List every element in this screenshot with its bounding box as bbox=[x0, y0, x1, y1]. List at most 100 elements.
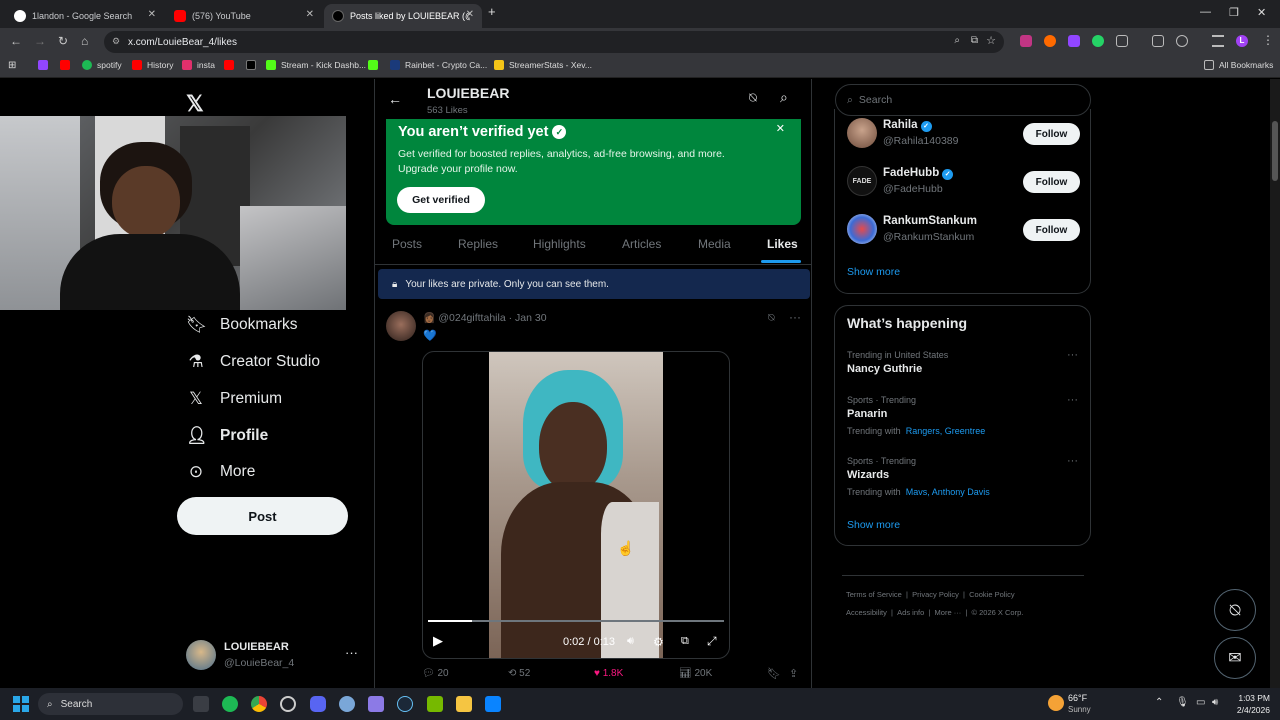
back-icon[interactable]: ← bbox=[10, 34, 22, 48]
trend-name[interactable]: Wizards bbox=[847, 469, 889, 481]
sidebar-item-bookmarks[interactable]: 🔖︎ Bookmarks bbox=[186, 310, 298, 340]
downloads-icon[interactable] bbox=[1176, 35, 1188, 47]
video-progress-track[interactable] bbox=[428, 620, 724, 622]
browser-tab-x[interactable]: Posts liked by LOUIEBEAR (@Lo ✕ bbox=[324, 4, 482, 28]
network-icon[interactable]: ▭ bbox=[1196, 697, 1205, 708]
show-more-link[interactable]: Show more bbox=[847, 266, 900, 278]
footer-link[interactable]: Privacy Policy bbox=[912, 590, 959, 599]
apps-grid-icon[interactable]: ⊞ bbox=[8, 60, 16, 71]
taskbar-search[interactable]: ⌕ Search bbox=[38, 693, 183, 715]
address-bar[interactable]: ⚙ x.com/LouieBear_4/likes ⌕ ⧉ ☆ bbox=[104, 31, 1004, 53]
close-banner-icon[interactable]: ✕ bbox=[776, 122, 785, 135]
new-tab-button[interactable]: + bbox=[488, 4, 496, 19]
volume-icon[interactable]: 🔊︎ bbox=[1212, 697, 1218, 708]
views-action[interactable]: 📊︎ 20K bbox=[679, 668, 712, 679]
weather-sun-icon[interactable] bbox=[1048, 695, 1064, 711]
follow-button[interactable]: Follow bbox=[1023, 219, 1080, 241]
footer-link[interactable]: Ads info bbox=[897, 608, 924, 617]
grok-icon[interactable]: ⍉ bbox=[749, 90, 757, 106]
grok-float-icon[interactable]: ⍉ bbox=[1214, 589, 1256, 631]
back-arrow-icon[interactable]: ← bbox=[388, 91, 402, 107]
settings-icon[interactable] bbox=[339, 696, 355, 712]
bookmark-spotify[interactable]: spotify bbox=[82, 60, 122, 70]
follow-avatar[interactable] bbox=[847, 214, 877, 244]
sidebar-item-profile[interactable]: 👤︎ Profile bbox=[186, 421, 268, 451]
tweet-author-avatar[interactable] bbox=[386, 311, 416, 341]
trend-more-icon[interactable]: ··· bbox=[1067, 349, 1078, 361]
reading-mode-icon[interactable] bbox=[1152, 35, 1164, 47]
search-icon[interactable]: ⌕ bbox=[780, 89, 788, 106]
tweet-more-icon[interactable]: ··· bbox=[789, 310, 801, 324]
bookmark-kick-2[interactable] bbox=[368, 60, 383, 70]
reply-action[interactable]: 💬︎ 20 bbox=[422, 668, 449, 679]
chrome-menu-icon[interactable]: ⋮ bbox=[1262, 33, 1274, 47]
sidebar-item-premium[interactable]: 𝕏 Premium bbox=[186, 384, 282, 414]
footer-link[interactable]: More ··· bbox=[935, 608, 962, 617]
site-info-icon[interactable]: ⚙ bbox=[112, 36, 120, 47]
bookmark-streamerstats[interactable]: StreamerStats - Xev... bbox=[494, 60, 592, 70]
install-icon[interactable]: ⧉ bbox=[971, 35, 978, 46]
follow-avatar[interactable]: FADE bbox=[847, 166, 877, 196]
steam-icon[interactable] bbox=[397, 696, 413, 712]
sidebar-item-creator-studio[interactable]: ⚗ Creator Studio bbox=[186, 347, 320, 377]
browser-tab-youtube[interactable]: (576) YouTube ✕ bbox=[166, 4, 322, 28]
footer-link[interactable]: Terms of Service bbox=[846, 590, 902, 599]
bookmark-youtube-2[interactable] bbox=[224, 60, 239, 70]
get-verified-button[interactable]: Get verified bbox=[397, 187, 485, 213]
settings-gear-icon[interactable]: ⚙ bbox=[653, 635, 664, 649]
chrome-icon[interactable] bbox=[251, 696, 267, 712]
bookmark-youtube[interactable] bbox=[60, 60, 75, 70]
tab-posts[interactable]: Posts bbox=[392, 237, 422, 251]
clock-time[interactable]: 1:03 PM bbox=[1234, 693, 1270, 703]
like-action[interactable]: ♥ 1.8K bbox=[594, 668, 623, 679]
tab-replies[interactable]: Replies bbox=[458, 237, 498, 251]
video-player[interactable]: ▶ 0:02 / 0:13 🔊︎ ⚙ ⧉ ⤢ bbox=[422, 351, 730, 659]
messages-envelope-icon[interactable]: ✉ bbox=[1214, 637, 1256, 679]
all-bookmarks[interactable]: All Bookmarks bbox=[1204, 60, 1273, 70]
bookmark-x[interactable] bbox=[246, 60, 261, 70]
footer-link[interactable]: Cookie Policy bbox=[969, 590, 1014, 599]
follow-name[interactable]: Rahila ✓ bbox=[883, 119, 932, 132]
browser-tab-google[interactable]: 1landon - Google Search ✕ bbox=[6, 4, 164, 28]
tab-likes[interactable]: Likes bbox=[767, 237, 798, 251]
spotify-icon[interactable] bbox=[222, 696, 238, 712]
repost-action[interactable]: ⟲ 52 bbox=[508, 668, 530, 679]
store-app-icon[interactable] bbox=[485, 696, 501, 712]
extension-icon[interactable] bbox=[1092, 35, 1104, 47]
game-app-icon[interactable] bbox=[368, 696, 384, 712]
twitch-extension-icon[interactable] bbox=[1068, 35, 1080, 47]
tab-highlights[interactable]: Highlights bbox=[533, 237, 586, 251]
profile-avatar[interactable]: L bbox=[1236, 35, 1248, 47]
home-icon[interactable]: ⌂ bbox=[81, 34, 88, 48]
bookmark-history[interactable]: History bbox=[132, 60, 173, 70]
follow-button[interactable]: Follow bbox=[1023, 171, 1080, 193]
side-panel-icon[interactable] bbox=[1212, 35, 1224, 47]
obs-icon[interactable] bbox=[280, 696, 296, 712]
volume-icon[interactable]: 🔊︎ bbox=[627, 635, 634, 648]
follow-name[interactable]: RankumStankum bbox=[883, 215, 977, 227]
nvidia-icon[interactable] bbox=[427, 696, 443, 712]
extensions-puzzle-icon[interactable] bbox=[1116, 35, 1128, 47]
trend-name[interactable]: Panarin bbox=[847, 408, 887, 420]
bookmark-action-icon[interactable]: 🔖︎ bbox=[767, 667, 781, 680]
clock-date[interactable]: 2/4/2026 bbox=[1229, 705, 1270, 715]
account-avatar[interactable] bbox=[186, 640, 216, 670]
bookmark-twitch[interactable] bbox=[38, 60, 53, 70]
trend-more-icon[interactable]: ··· bbox=[1067, 394, 1078, 406]
forward-icon[interactable]: → bbox=[34, 34, 46, 48]
reload-icon[interactable]: ↻ bbox=[58, 34, 68, 48]
tweet-handle[interactable]: @024gifttahila bbox=[438, 312, 505, 324]
page-scrollbar[interactable] bbox=[1270, 79, 1280, 688]
pip-icon[interactable]: ⧉ bbox=[681, 635, 689, 648]
sidebar-item-more[interactable]: ⊙ More bbox=[186, 457, 255, 487]
close-icon[interactable]: ✕ bbox=[148, 9, 156, 20]
windows-start-icon[interactable] bbox=[13, 696, 29, 712]
grok-explain-icon[interactable]: ⍉ bbox=[768, 312, 775, 325]
tray-chevron-icon[interactable]: ⌃ bbox=[1155, 697, 1163, 708]
extension-icon[interactable] bbox=[1020, 35, 1032, 47]
task-view-icon[interactable] bbox=[193, 696, 209, 712]
follow-button[interactable]: Follow bbox=[1023, 123, 1080, 145]
bookmark-star-icon[interactable]: ☆ bbox=[986, 34, 996, 47]
follow-name[interactable]: FadeHubb ✓ bbox=[883, 167, 954, 180]
close-icon[interactable]: ✕ bbox=[466, 9, 474, 20]
